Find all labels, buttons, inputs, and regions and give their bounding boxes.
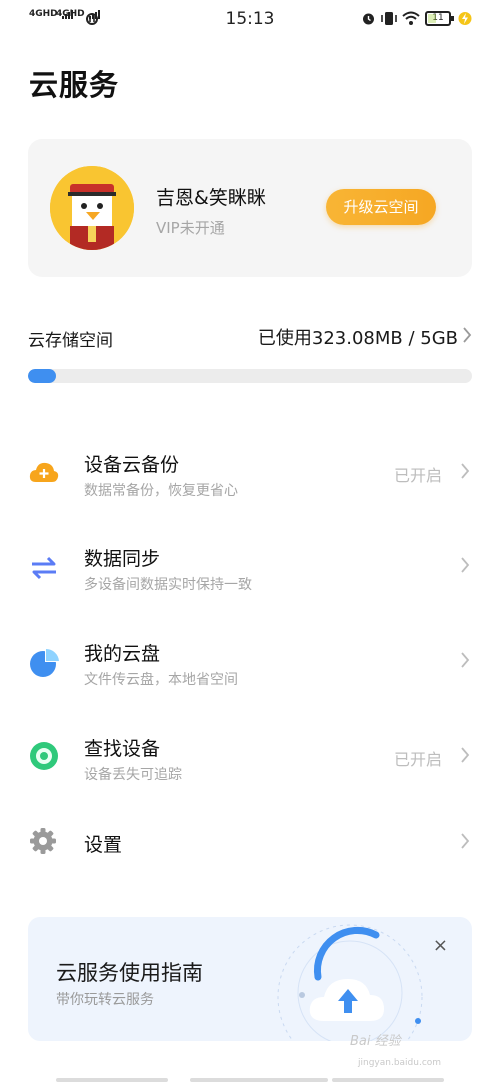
- menu-item-find-device[interactable]: 查找设备 设备丢失可追踪 已开启: [0, 722, 500, 802]
- username: 吉恩&笑眯眯: [156, 187, 266, 209]
- storage-chevron-right-icon[interactable]: [462, 326, 472, 344]
- status-bar: 4GHD 4GHD 15:13 11: [0, 0, 500, 40]
- find-device-icon: [30, 742, 58, 770]
- sync-arrows-icon: [32, 556, 56, 580]
- menu-item-status: 已开启: [393, 750, 442, 769]
- wifi-icon: [402, 11, 420, 25]
- close-banner-button[interactable]: ×: [433, 937, 448, 955]
- cloud-upload-illustration: [277, 924, 423, 1041]
- guide-title: 云服务使用指南: [56, 961, 203, 985]
- chevron-right-icon: [461, 463, 470, 479]
- cloud-backup-icon: [29, 462, 59, 482]
- menu-item-title: 设置: [84, 834, 123, 856]
- watermark-sub: jingyan.baidu.com: [358, 1058, 442, 1068]
- battery-level: 11: [432, 13, 444, 23]
- vip-status: VIP未开通: [156, 219, 225, 237]
- menu-item-title: 数据同步: [84, 548, 161, 570]
- chevron-right-icon: [461, 557, 470, 573]
- storage-label: 云存储空间: [28, 331, 113, 351]
- watermark: Bai 经验: [350, 1034, 401, 1049]
- battery-indicator: 11: [425, 11, 454, 26]
- guide-subtitle: 带你玩转云服务: [56, 992, 154, 1008]
- chevron-right-icon: [461, 747, 470, 763]
- upgrade-storage-button[interactable]: 升级云空间: [326, 189, 436, 225]
- menu-item-subtitle: 多设备间数据实时保持一致: [84, 577, 252, 593]
- menu-item-settings[interactable]: 设置: [0, 806, 500, 886]
- nav-bar-segment: [190, 1078, 328, 1082]
- avatar[interactable]: [50, 166, 134, 250]
- nav-bar-segment: [56, 1078, 168, 1082]
- menu-item-title: 我的云盘: [84, 643, 161, 665]
- avatar-character-icon: [50, 166, 134, 250]
- storage-progress-fill: [28, 369, 56, 383]
- storage-progress-bar: [28, 369, 472, 383]
- charging-icon: [458, 12, 472, 25]
- nav-bar-segment: [332, 1078, 444, 1082]
- menu-item-my-cloud-disk[interactable]: 我的云盘 文件传云盘，本地省空间: [0, 627, 500, 707]
- menu-item-title: 查找设备: [84, 738, 161, 760]
- menu-item-device-backup[interactable]: 设备云备份 数据常备份，恢复更省心 已开启: [0, 438, 500, 518]
- cloud-disk-pie-icon: [30, 648, 59, 677]
- chevron-right-icon: [461, 652, 470, 668]
- vibrate-icon: [381, 12, 397, 25]
- menu-item-subtitle: 设备丢失可追踪: [84, 767, 182, 783]
- chevron-right-icon: [461, 833, 470, 849]
- profile-card[interactable]: 吉恩&笑眯眯 VIP未开通 升级云空间: [28, 139, 472, 277]
- menu-item-subtitle: 文件传云盘，本地省空间: [84, 672, 238, 688]
- gear-icon: [30, 828, 56, 854]
- menu-item-title: 设备云备份: [84, 454, 180, 476]
- alarm-icon: [363, 13, 374, 25]
- menu-item-data-sync[interactable]: 数据同步 多设备间数据实时保持一致: [0, 532, 500, 612]
- storage-usage[interactable]: 已使用323.08MB / 5GB: [258, 324, 458, 350]
- menu-item-status: 已开启: [393, 466, 442, 485]
- menu-item-subtitle: 数据常备份，恢复更省心: [84, 483, 238, 499]
- page-title: 云服务: [29, 68, 120, 102]
- guide-banner[interactable]: 云服务使用指南 带你玩转云服务 ×: [28, 917, 472, 1041]
